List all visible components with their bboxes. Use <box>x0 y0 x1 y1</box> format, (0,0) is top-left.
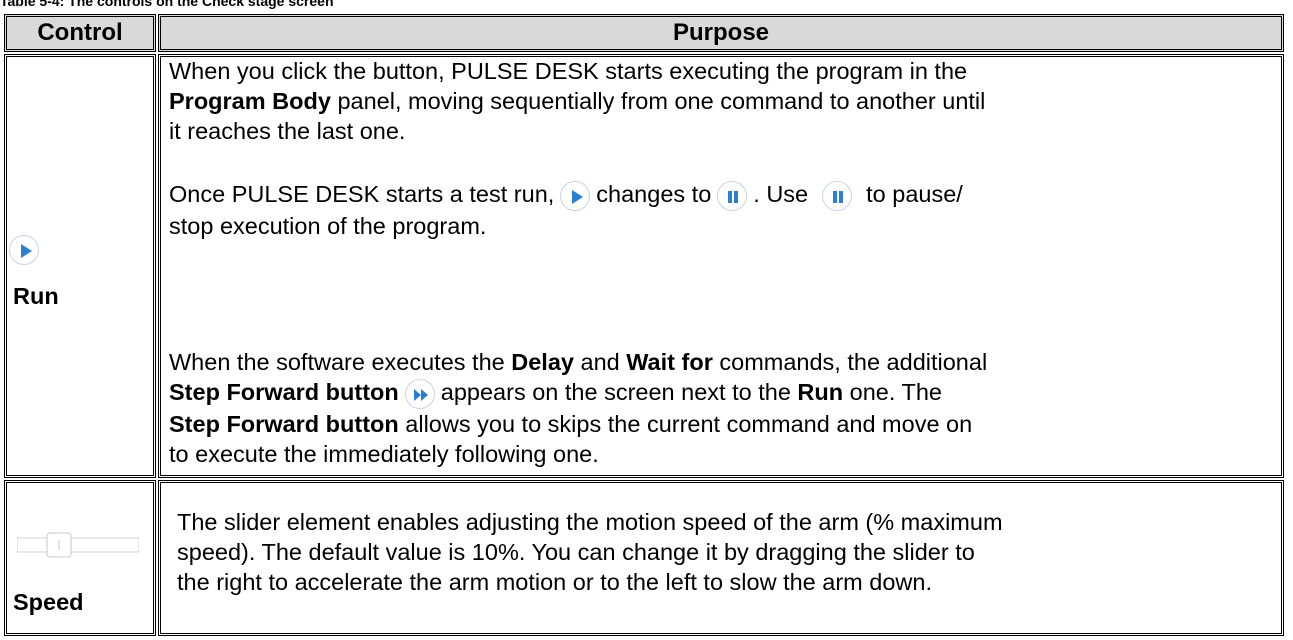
run-term: Run <box>797 379 844 405</box>
program-body-term: Program Body <box>169 88 331 114</box>
run-text: and <box>580 349 620 375</box>
step-forward-term: Step Forward button <box>169 410 399 437</box>
run-text: changes to <box>596 181 712 207</box>
wait-for-term: Wait for <box>626 349 713 375</box>
header-purpose-label: Purpose <box>672 19 770 46</box>
speed-text: the right to accelerate the arm motion o… <box>177 569 932 595</box>
delay-term: Delay <box>511 349 574 375</box>
run-text: one. The <box>849 379 942 405</box>
run-text: panel, moving sequentially from one comm… <box>337 88 986 114</box>
run-text: Once PULSE DESK starts a test run, <box>169 181 555 207</box>
run-control-cell: Run <box>4 54 156 478</box>
run-text: stop execution of the program. <box>169 212 487 239</box>
run-text: commands, the additional <box>719 349 988 375</box>
run-text: When you click the button, PULSE DESK st… <box>169 58 968 84</box>
header-purpose: Purpose <box>158 14 1284 52</box>
run-text: to pause/ <box>866 181 963 207</box>
speed-label: Speed <box>13 589 84 615</box>
run-paragraph-3: When the software executes the Delay and… <box>169 347 1275 469</box>
run-label: Run <box>13 283 59 309</box>
header-control-label: Control <box>37 19 123 46</box>
run-purpose-cell: When you click the button, PULSE DESK st… <box>158 54 1284 478</box>
run-text: appears on the screen next to the <box>440 379 791 405</box>
step-forward-icon <box>404 378 435 409</box>
header-control: Control <box>4 14 156 52</box>
pause-icon <box>822 180 853 211</box>
controls-table: Control Purpose Run When you click the b… <box>4 14 1284 636</box>
speed-paragraph: The slider element enables adjusting the… <box>177 507 1275 597</box>
pause-icon <box>717 180 748 211</box>
step-forward-term: Step Forward button <box>169 379 399 405</box>
speed-text: The slider element enables adjusting the… <box>177 509 1003 535</box>
speed-purpose-cell: The slider element enables adjusting the… <box>158 480 1284 636</box>
run-text: allows you to skips the current command … <box>405 410 973 437</box>
run-text: When the software executes the <box>169 349 505 375</box>
play-icon[interactable] <box>9 235 39 265</box>
run-text: it reaches the last one. <box>169 118 406 144</box>
run-text: to execute the immediately following one… <box>169 440 599 467</box>
run-paragraph-1: When you click the button, PULSE DESK st… <box>169 56 1275 146</box>
speed-text: speed). The default value is 10%. You ca… <box>177 539 975 565</box>
run-text: . Use <box>753 181 809 207</box>
play-icon <box>560 180 591 211</box>
speed-control-cell: Speed <box>4 480 156 636</box>
table-caption: Table 5-4: The controls on the Check sta… <box>0 0 334 9</box>
speed-slider-icon[interactable] <box>17 532 139 558</box>
run-paragraph-2: Once PULSE DESK starts a test run, change… <box>169 179 1275 241</box>
